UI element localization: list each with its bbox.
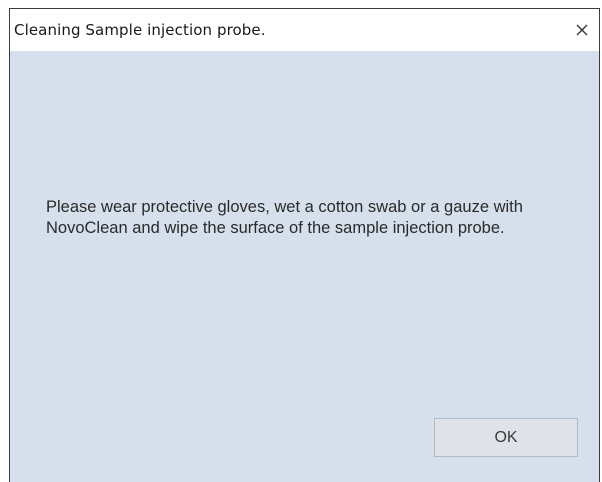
dialog-body: Please wear protective gloves, wet a cot… — [10, 51, 599, 482]
title-bar: Cleaning Sample injection probe. — [10, 9, 599, 51]
cleaning-dialog: Cleaning Sample injection probe. Please … — [9, 8, 600, 482]
close-icon — [576, 24, 588, 36]
close-button[interactable] — [567, 15, 597, 45]
instruction-message: Please wear protective gloves, wet a cot… — [46, 198, 523, 237]
ok-button[interactable]: OK — [434, 418, 578, 457]
dialog-title: Cleaning Sample injection probe. — [14, 21, 266, 39]
